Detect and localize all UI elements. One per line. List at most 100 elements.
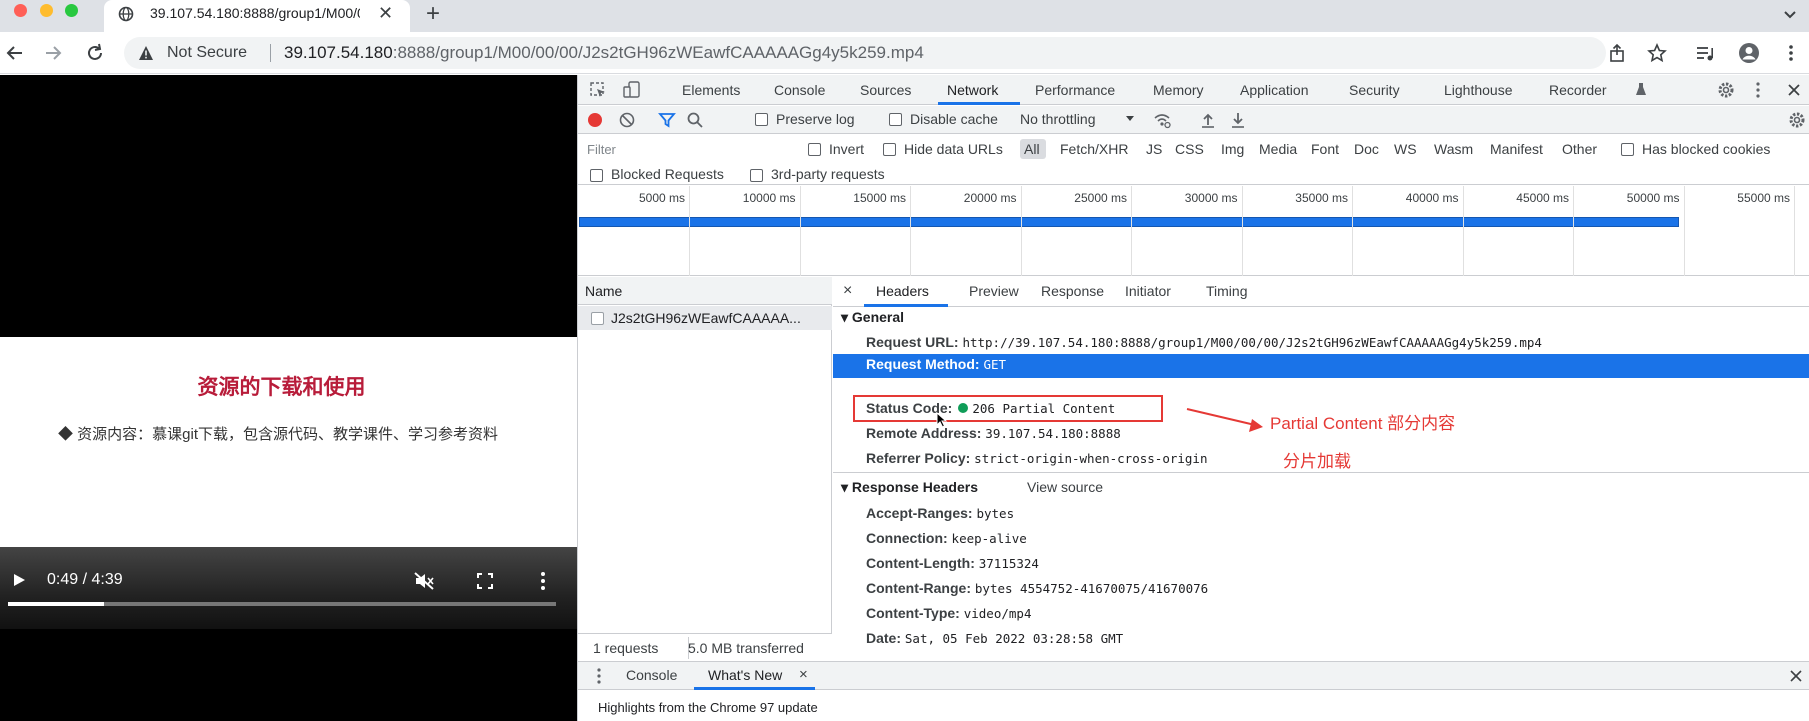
network-overview-timeline[interactable]: 5000 ms 10000 ms 15000 ms 20000 ms 25000 ms 3… bbox=[578, 186, 1809, 276]
tab-network[interactable]: Network bbox=[947, 82, 998, 98]
minimize-window-button[interactable] bbox=[40, 4, 53, 17]
timeline-grid-line bbox=[1131, 186, 1132, 276]
devtools-tabbar: Elements Console Sources Network Perform… bbox=[578, 75, 1809, 105]
video-progress-track[interactable] bbox=[8, 602, 556, 606]
reading-list-icon[interactable] bbox=[1694, 42, 1716, 64]
filter-type-manifest[interactable]: Manifest bbox=[1490, 141, 1543, 157]
throttling-select[interactable]: No throttling bbox=[1020, 111, 1095, 127]
close-devtools-icon[interactable] bbox=[1785, 81, 1803, 99]
mute-icon[interactable] bbox=[413, 571, 435, 591]
filter-type-wasm[interactable]: Wasm bbox=[1434, 141, 1473, 157]
more-options-icon[interactable] bbox=[540, 571, 546, 591]
flask-icon bbox=[1636, 83, 1646, 95]
timeline-request-bar bbox=[579, 217, 1679, 227]
kebab-menu-icon[interactable] bbox=[1780, 42, 1802, 64]
chevron-down-icon[interactable] bbox=[1780, 4, 1800, 24]
filter-type-js[interactable]: JS bbox=[1146, 141, 1162, 157]
tab-initiator[interactable]: Initiator bbox=[1125, 283, 1171, 299]
filter-type-fetch-xhr[interactable]: Fetch/XHR bbox=[1060, 141, 1128, 157]
tab-application[interactable]: Application bbox=[1240, 82, 1309, 98]
reload-icon[interactable] bbox=[84, 42, 106, 64]
maximize-window-button[interactable] bbox=[65, 4, 78, 17]
security-label[interactable]: Not Secure bbox=[167, 44, 247, 62]
play-icon[interactable] bbox=[10, 571, 28, 589]
filter-type-css[interactable]: CSS bbox=[1175, 141, 1204, 157]
response-headers-toggle[interactable]: ▾ Response Headers bbox=[841, 479, 978, 496]
annotation-arrow-icon bbox=[1186, 408, 1263, 432]
drawer-tab-console[interactable]: Console bbox=[626, 667, 677, 683]
tab-response[interactable]: Response bbox=[1041, 283, 1104, 299]
url-host: 39.107.54.180 bbox=[284, 43, 393, 62]
tab-elements[interactable]: Elements bbox=[682, 82, 740, 98]
filter-funnel-icon[interactable] bbox=[658, 111, 676, 129]
hide-data-urls-checkbox[interactable] bbox=[883, 143, 896, 156]
share-icon[interactable] bbox=[1606, 42, 1628, 64]
timeline-grid-line bbox=[1352, 186, 1353, 276]
tab-memory[interactable]: Memory bbox=[1153, 82, 1204, 98]
search-icon[interactable] bbox=[686, 111, 704, 129]
drawer-menu-icon[interactable] bbox=[590, 667, 608, 685]
tab-sources[interactable]: Sources bbox=[860, 82, 911, 98]
caret-down-icon[interactable] bbox=[1124, 112, 1136, 124]
tab-timing[interactable]: Timing bbox=[1206, 283, 1248, 299]
tab-security[interactable]: Security bbox=[1349, 82, 1400, 98]
fullscreen-icon[interactable] bbox=[476, 572, 494, 590]
forward-arrow-icon[interactable] bbox=[42, 42, 64, 64]
tab-recorder[interactable]: Recorder bbox=[1549, 82, 1607, 98]
request-summary: 1 requests 5.0 MB transferred bbox=[578, 633, 832, 661]
preserve-log-checkbox[interactable] bbox=[755, 113, 768, 126]
back-arrow-icon[interactable] bbox=[4, 42, 26, 64]
devtools-menu-icon[interactable] bbox=[1749, 81, 1767, 99]
close-drawer-icon[interactable] bbox=[1787, 667, 1805, 685]
new-tab-button[interactable]: + bbox=[426, 0, 440, 28]
address-separator bbox=[270, 44, 271, 62]
third-party-checkbox[interactable] bbox=[750, 169, 763, 182]
drawer-tab-whats-new[interactable]: What's New bbox=[708, 667, 782, 683]
table-row[interactable]: J2s2tGH96zWEawfCAAAAA... bbox=[578, 306, 832, 330]
network-conditions-icon[interactable] bbox=[1153, 111, 1171, 129]
device-toolbar-icon[interactable] bbox=[623, 81, 641, 99]
filter-type-img[interactable]: Img bbox=[1221, 141, 1244, 157]
clear-icon[interactable] bbox=[618, 111, 636, 129]
tab-console[interactable]: Console bbox=[774, 82, 825, 98]
settings-gear-icon[interactable] bbox=[1717, 81, 1735, 99]
tab-headers[interactable]: Headers bbox=[876, 283, 929, 299]
close-details-icon[interactable]: × bbox=[843, 282, 852, 300]
tab-preview[interactable]: Preview bbox=[969, 283, 1019, 299]
url-text[interactable]: 39.107.54.180:8888/group1/M00/00/00/J2s2… bbox=[284, 43, 924, 63]
tab-lighthouse[interactable]: Lighthouse bbox=[1444, 82, 1513, 98]
has-blocked-cookies-checkbox[interactable] bbox=[1621, 143, 1634, 156]
close-window-button[interactable] bbox=[14, 4, 27, 17]
filter-type-media[interactable]: Media bbox=[1259, 141, 1297, 157]
video-player[interactable]: 资源的下载和使用 ◆ 资源内容：慕课git下载，包含源代码、教学课件、学习参考资… bbox=[0, 75, 577, 721]
browser-tab[interactable]: 39.107.54.180:8888/group1/M00/00/00/J2s2… bbox=[104, 0, 410, 32]
filter-type-all[interactable]: All bbox=[1024, 141, 1040, 157]
tab-close-icon[interactable]: ✕ bbox=[378, 3, 393, 24]
filter-type-other[interactable]: Other bbox=[1562, 141, 1597, 157]
filter-type-font[interactable]: Font bbox=[1311, 141, 1339, 157]
inspect-element-icon[interactable] bbox=[589, 81, 607, 99]
record-icon[interactable] bbox=[586, 111, 604, 129]
name-column-header[interactable]: Name bbox=[585, 283, 622, 299]
address-bar[interactable]: Not Secure 39.107.54.180:8888/group1/M00… bbox=[124, 37, 1606, 69]
blocked-requests-checkbox[interactable] bbox=[590, 169, 603, 182]
file-icon bbox=[591, 312, 604, 325]
timeline-grid-line bbox=[1573, 186, 1574, 276]
filter-type-ws[interactable]: WS bbox=[1394, 141, 1417, 157]
disable-cache-checkbox[interactable] bbox=[889, 113, 902, 126]
timeline-tick-label: 30000 ms bbox=[1184, 191, 1238, 205]
filter-type-doc[interactable]: Doc bbox=[1354, 141, 1379, 157]
filter-input[interactable]: Filter bbox=[583, 139, 791, 159]
tab-performance[interactable]: Performance bbox=[1035, 82, 1115, 98]
view-source-link[interactable]: View source bbox=[1027, 479, 1103, 495]
general-section-toggle[interactable]: ▾ General bbox=[841, 309, 904, 326]
export-har-icon[interactable] bbox=[1229, 111, 1247, 129]
whats-new-close-icon[interactable]: × bbox=[799, 666, 808, 683]
invert-checkbox[interactable] bbox=[808, 143, 821, 156]
request-method-row[interactable]: Request Method: GET bbox=[833, 354, 1809, 378]
import-har-icon[interactable] bbox=[1199, 111, 1217, 129]
network-settings-gear-icon[interactable] bbox=[1788, 111, 1806, 129]
profile-avatar-icon[interactable] bbox=[1738, 42, 1760, 64]
video-time: 0:49 / 4:39 bbox=[47, 571, 123, 588]
star-bookmark-icon[interactable] bbox=[1646, 42, 1668, 64]
